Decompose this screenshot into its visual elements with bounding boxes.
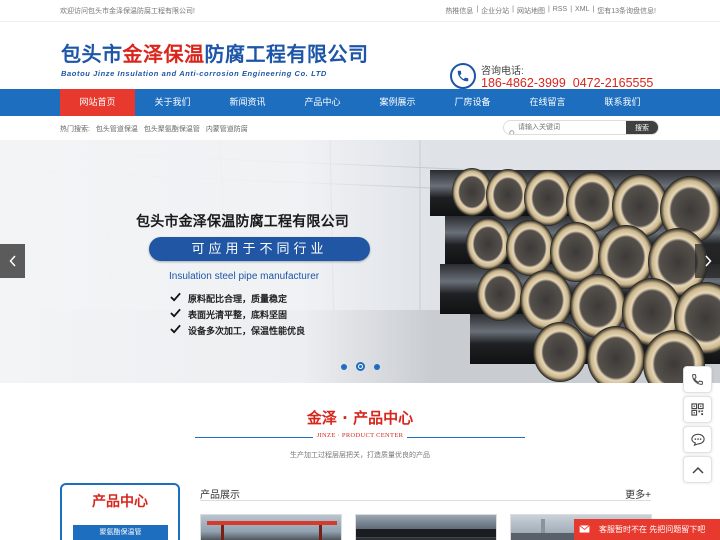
banner-prev-button[interactable]: [0, 244, 25, 278]
factory-pipes-image: [0, 140, 720, 383]
nav-item-products[interactable]: 产品中心: [285, 89, 360, 116]
banner-title: 包头市金泽保温防腐工程有限公司: [136, 214, 349, 230]
logo-suffix: 防腐工程有限公司: [204, 42, 369, 66]
banner-feature-text: 表面光清平整，底料坚固: [188, 309, 288, 320]
chevron-right-icon: [704, 255, 712, 267]
hot-term-link[interactable]: 内蒙管道防腐: [206, 126, 248, 133]
logo-prefix: 包头市: [61, 42, 123, 66]
phone-icon: [692, 374, 703, 385]
banner-feature-item: 原料配比合理，质量稳定: [170, 290, 305, 306]
hot-terms: 热门搜索: 包头管道保温 包头聚氨酯保温管 内蒙管道防腐: [60, 124, 252, 134]
hot-term-link[interactable]: 包头管道保温: [96, 126, 138, 133]
product-center-title: 金泽 · 产品中心: [306, 409, 414, 427]
main-nav: 网站首页 关于我们 新闻资讯 产品中心 案例展示 厂房设备 在线留言 联系我们: [0, 89, 720, 116]
product-center-subtitle: JINZE · PRODUCT CENTER: [316, 432, 404, 439]
product-thumbnail[interactable]: [200, 514, 342, 540]
product-center-description: 生产加工过程层层把关，打造质量优良的产品: [290, 452, 430, 459]
product-display-header: 产品展示 更多+: [200, 481, 651, 501]
top-link-sitemap[interactable]: 网站地图: [517, 6, 545, 16]
float-qrcode-button[interactable]: [683, 396, 712, 423]
nav-item-facilities[interactable]: 厂房设备: [435, 89, 510, 116]
logo-red-part: 金泽保温: [122, 42, 205, 66]
search-input[interactable]: [504, 121, 626, 134]
top-link-separator: |: [512, 6, 514, 13]
hot-search-bar: 热门搜索: 包头管道保温 包头聚氨酯保温管 内蒙管道防腐 搜索: [0, 116, 720, 140]
banner-feature-list: 原料配比合理，质量稳定 表面光清平整，底料坚固 设备多次加工，保温性能优良: [170, 290, 305, 338]
header: 包头市金泽保温防腐工程有限公司 Baotou Jinze Insulation …: [0, 22, 720, 90]
welcome-text: 欢迎访问包头市金泽保温防腐工程有限公司!: [60, 8, 195, 15]
logo-chinese-name: 包头市金泽保温防腐工程有限公司: [61, 38, 369, 67]
customer-service-bar[interactable]: 客服暂时不在 先把问题留下吧: [574, 519, 720, 540]
top-link-hot-info[interactable]: 热推信息: [445, 6, 473, 16]
search-box: 搜索: [503, 120, 659, 135]
banner-dot[interactable]: [374, 363, 380, 370]
more-link[interactable]: 更多+: [625, 486, 651, 501]
top-link-rss[interactable]: RSS: [553, 6, 567, 16]
banner-feature-text: 原料配比合理，质量稳定: [188, 293, 288, 304]
chevron-left-icon: [8, 255, 16, 267]
banner-feature-item: 表面光清平整，底料坚固: [170, 306, 305, 322]
company-logo[interactable]: 包头市金泽保温防腐工程有限公司 Baotou Jinze Insulation …: [61, 38, 369, 78]
top-link-inquiries[interactable]: 您有13条询盘信息!: [597, 6, 656, 16]
logo-english-name: Baotou Jinze Insulation and Anti-corrosi…: [61, 69, 327, 78]
top-link-separator: |: [592, 6, 595, 13]
nav-item-message[interactable]: 在线留言: [510, 89, 585, 116]
check-icon: [170, 308, 183, 320]
qrcode-icon: [691, 403, 704, 416]
top-link-separator: |: [547, 6, 550, 13]
banner-next-button[interactable]: [695, 244, 720, 278]
top-links: 热推信息 | 企业分站 | 网站地图 | RSS | XML | 您有13条询盘…: [445, 6, 656, 16]
nav-item-contact[interactable]: 联系我们: [585, 89, 660, 116]
banner-dot-active[interactable]: [356, 362, 365, 371]
hero-banner: 包头市金泽保温防腐工程有限公司 可应用于不同行业 Insulation stee…: [0, 140, 720, 383]
phone-icon: [450, 63, 476, 89]
customer-service-text: 客服暂时不在 先把问题留下吧: [599, 525, 706, 534]
hot-term-link[interactable]: 包头聚氨酯保温管: [144, 126, 200, 133]
hotline-label: 咨询电话:: [481, 66, 524, 77]
product-category-sidebar: 产品中心 聚氨酯保温管: [60, 483, 180, 540]
top-bar: 欢迎访问包头市金泽保温防腐工程有限公司! 热推信息 | 企业分站 | 网站地图 …: [0, 0, 720, 22]
page: 欢迎访问包头市金泽保温防腐工程有限公司! 热推信息 | 企业分站 | 网站地图 …: [0, 0, 720, 540]
sidebar-title: 产品中心: [92, 494, 148, 510]
top-link-branch[interactable]: 企业分站: [481, 6, 509, 16]
product-display-title: 产品展示: [200, 490, 240, 501]
banner-feature-item: 设备多次加工，保温性能优良: [170, 322, 305, 338]
mail-icon: [579, 524, 590, 535]
back-to-top-button[interactable]: [683, 456, 712, 483]
top-link-xml[interactable]: XML: [575, 6, 589, 16]
banner-slogan: 可应用于不同行业: [149, 237, 370, 261]
hot-search-label: 热门搜索:: [60, 126, 90, 133]
nav-item-cases[interactable]: 案例展示: [360, 89, 435, 116]
nav-item-about[interactable]: 关于我们: [135, 89, 210, 116]
float-chat-button[interactable]: [683, 426, 712, 453]
check-icon: [170, 292, 183, 304]
banner-english-tagline: Insulation steel pipe manufacturer: [169, 271, 320, 282]
check-icon: [170, 324, 183, 336]
banner-pagination: [341, 362, 380, 371]
chevron-up-icon: [691, 466, 704, 474]
banner-dot[interactable]: [341, 363, 347, 370]
hotline-numbers: 186-4862-3999 0472-2165555: [481, 76, 654, 90]
float-phone-button[interactable]: [683, 366, 712, 393]
banner-feature-text: 设备多次加工，保温性能优良: [188, 325, 306, 336]
nav-item-home[interactable]: 网站首页: [60, 89, 135, 116]
floating-toolbar: [683, 366, 712, 486]
top-link-separator: |: [476, 6, 479, 13]
sidebar-item-polyurethane-pipe[interactable]: 聚氨酯保温管: [73, 525, 168, 540]
product-thumbnail[interactable]: [355, 514, 497, 540]
search-button[interactable]: 搜索: [626, 121, 658, 134]
nav-item-news[interactable]: 新闻资讯: [210, 89, 285, 116]
top-link-separator: |: [570, 6, 573, 13]
chat-icon: [690, 433, 705, 446]
